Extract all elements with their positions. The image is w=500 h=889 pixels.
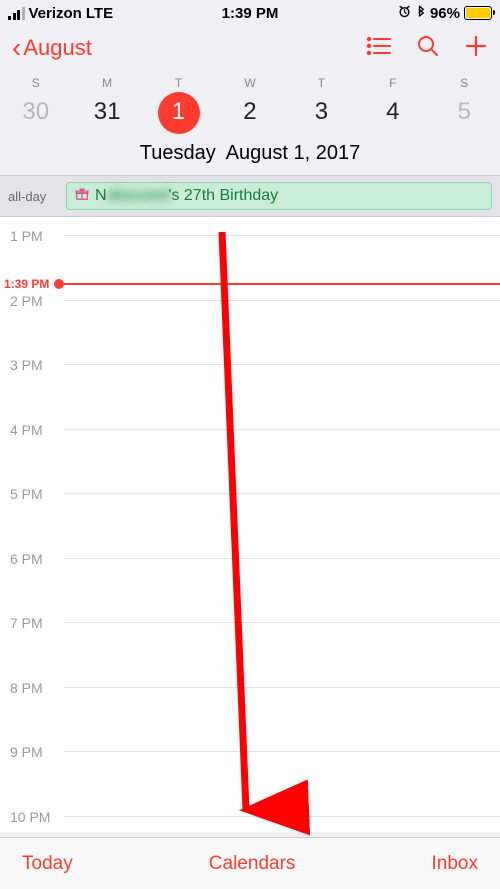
week-day-letter: W xyxy=(214,70,285,98)
week-day-number: 1 xyxy=(143,98,214,136)
hour-label: 5 PM xyxy=(0,486,64,502)
hour-label: 8 PM xyxy=(0,680,64,696)
hour-label: 7 PM xyxy=(0,615,64,631)
hour-line xyxy=(64,816,500,817)
week-day-number: 3 xyxy=(286,98,357,136)
calendars-button[interactable]: Calendars xyxy=(209,853,296,875)
hour-row: 4 PM xyxy=(0,429,500,445)
date-full: August 1, 2017 xyxy=(226,142,361,164)
week-day-number: 31 xyxy=(71,98,142,136)
date-dow: Tuesday xyxy=(140,142,216,164)
event-text: Nobscured's 27th Birthday xyxy=(95,187,278,205)
hour-row: 10 PM xyxy=(0,816,500,832)
week-day-number: 30 xyxy=(0,98,71,136)
hour-line xyxy=(64,429,500,430)
gift-icon xyxy=(75,187,89,205)
week-day-col[interactable]: W2 xyxy=(214,70,285,136)
hour-label: 2 PM xyxy=(0,293,64,309)
week-day-letter: S xyxy=(429,70,500,98)
hour-label: 9 PM xyxy=(0,744,64,760)
add-icon[interactable] xyxy=(464,34,488,63)
today-button[interactable]: Today xyxy=(22,853,73,875)
week-day-col[interactable]: T3 xyxy=(286,70,357,136)
week-day-number: 2 xyxy=(214,98,285,136)
date-title: Tuesday August 1, 2017 xyxy=(0,136,500,175)
week-day-col[interactable]: F4 xyxy=(357,70,428,136)
week-day-col[interactable]: S30 xyxy=(0,70,71,136)
week-day-col[interactable]: S5 xyxy=(429,70,500,136)
battery-icon xyxy=(464,6,492,20)
hour-label: 4 PM xyxy=(0,422,64,438)
hour-label: 1 PM xyxy=(0,228,64,244)
status-bar: Verizon LTE 1:39 PM 96% xyxy=(0,0,500,26)
hour-line xyxy=(64,751,500,752)
hour-label: 10 PM xyxy=(0,809,64,825)
now-indicator: 1:39 PM xyxy=(0,277,500,291)
nav-bar: ‹ August xyxy=(0,26,500,70)
now-dot-icon xyxy=(54,279,64,289)
week-day-letter: F xyxy=(357,70,428,98)
hour-line xyxy=(64,493,500,494)
back-label: August xyxy=(23,35,92,61)
week-day-number: 4 xyxy=(357,98,428,136)
hour-line xyxy=(64,364,500,365)
hour-row: 6 PM xyxy=(0,558,500,574)
hour-line xyxy=(64,622,500,623)
week-header: S30M31T1W2T3F4S5 xyxy=(0,70,500,136)
allday-label: all-day xyxy=(8,189,58,204)
week-day-letter: M xyxy=(71,70,142,98)
week-day-number: 5 xyxy=(429,98,500,136)
hour-row: 8 PM xyxy=(0,687,500,703)
allday-row: all-day Nobscured's 27th Birthday xyxy=(0,175,500,217)
hour-line xyxy=(64,300,500,301)
bottom-toolbar: Today Calendars Inbox xyxy=(0,837,500,889)
list-view-icon[interactable] xyxy=(366,36,392,61)
hour-line xyxy=(64,687,500,688)
allday-event[interactable]: Nobscured's 27th Birthday xyxy=(66,182,492,210)
chevron-left-icon: ‹ xyxy=(12,34,21,62)
back-button[interactable]: ‹ August xyxy=(12,34,92,62)
inbox-button[interactable]: Inbox xyxy=(432,853,478,875)
hour-label: 3 PM xyxy=(0,357,64,373)
hour-line xyxy=(64,235,500,236)
hour-row: 3 PM xyxy=(0,364,500,380)
hour-row: 1 PM xyxy=(0,235,500,251)
week-day-col[interactable]: M31 xyxy=(71,70,142,136)
now-time-label: 1:39 PM xyxy=(0,277,56,291)
search-icon[interactable] xyxy=(416,34,440,63)
hour-line xyxy=(64,558,500,559)
week-day-letter: S xyxy=(0,70,71,98)
hour-label: 6 PM xyxy=(0,551,64,567)
hour-row: 9 PM xyxy=(0,751,500,767)
hour-row: 5 PM xyxy=(0,493,500,509)
hour-row: 7 PM xyxy=(0,622,500,638)
hour-row: 2 PM xyxy=(0,300,500,316)
status-time: 1:39 PM xyxy=(0,5,500,22)
timeline[interactable]: 1:39 PM 1 PM 2 PM 3 PM 4 PM 5 PM 6 PM 7 PM 8 PM… xyxy=(0,217,500,832)
week-day-letter: T xyxy=(286,70,357,98)
week-day-col[interactable]: T1 xyxy=(143,70,214,136)
